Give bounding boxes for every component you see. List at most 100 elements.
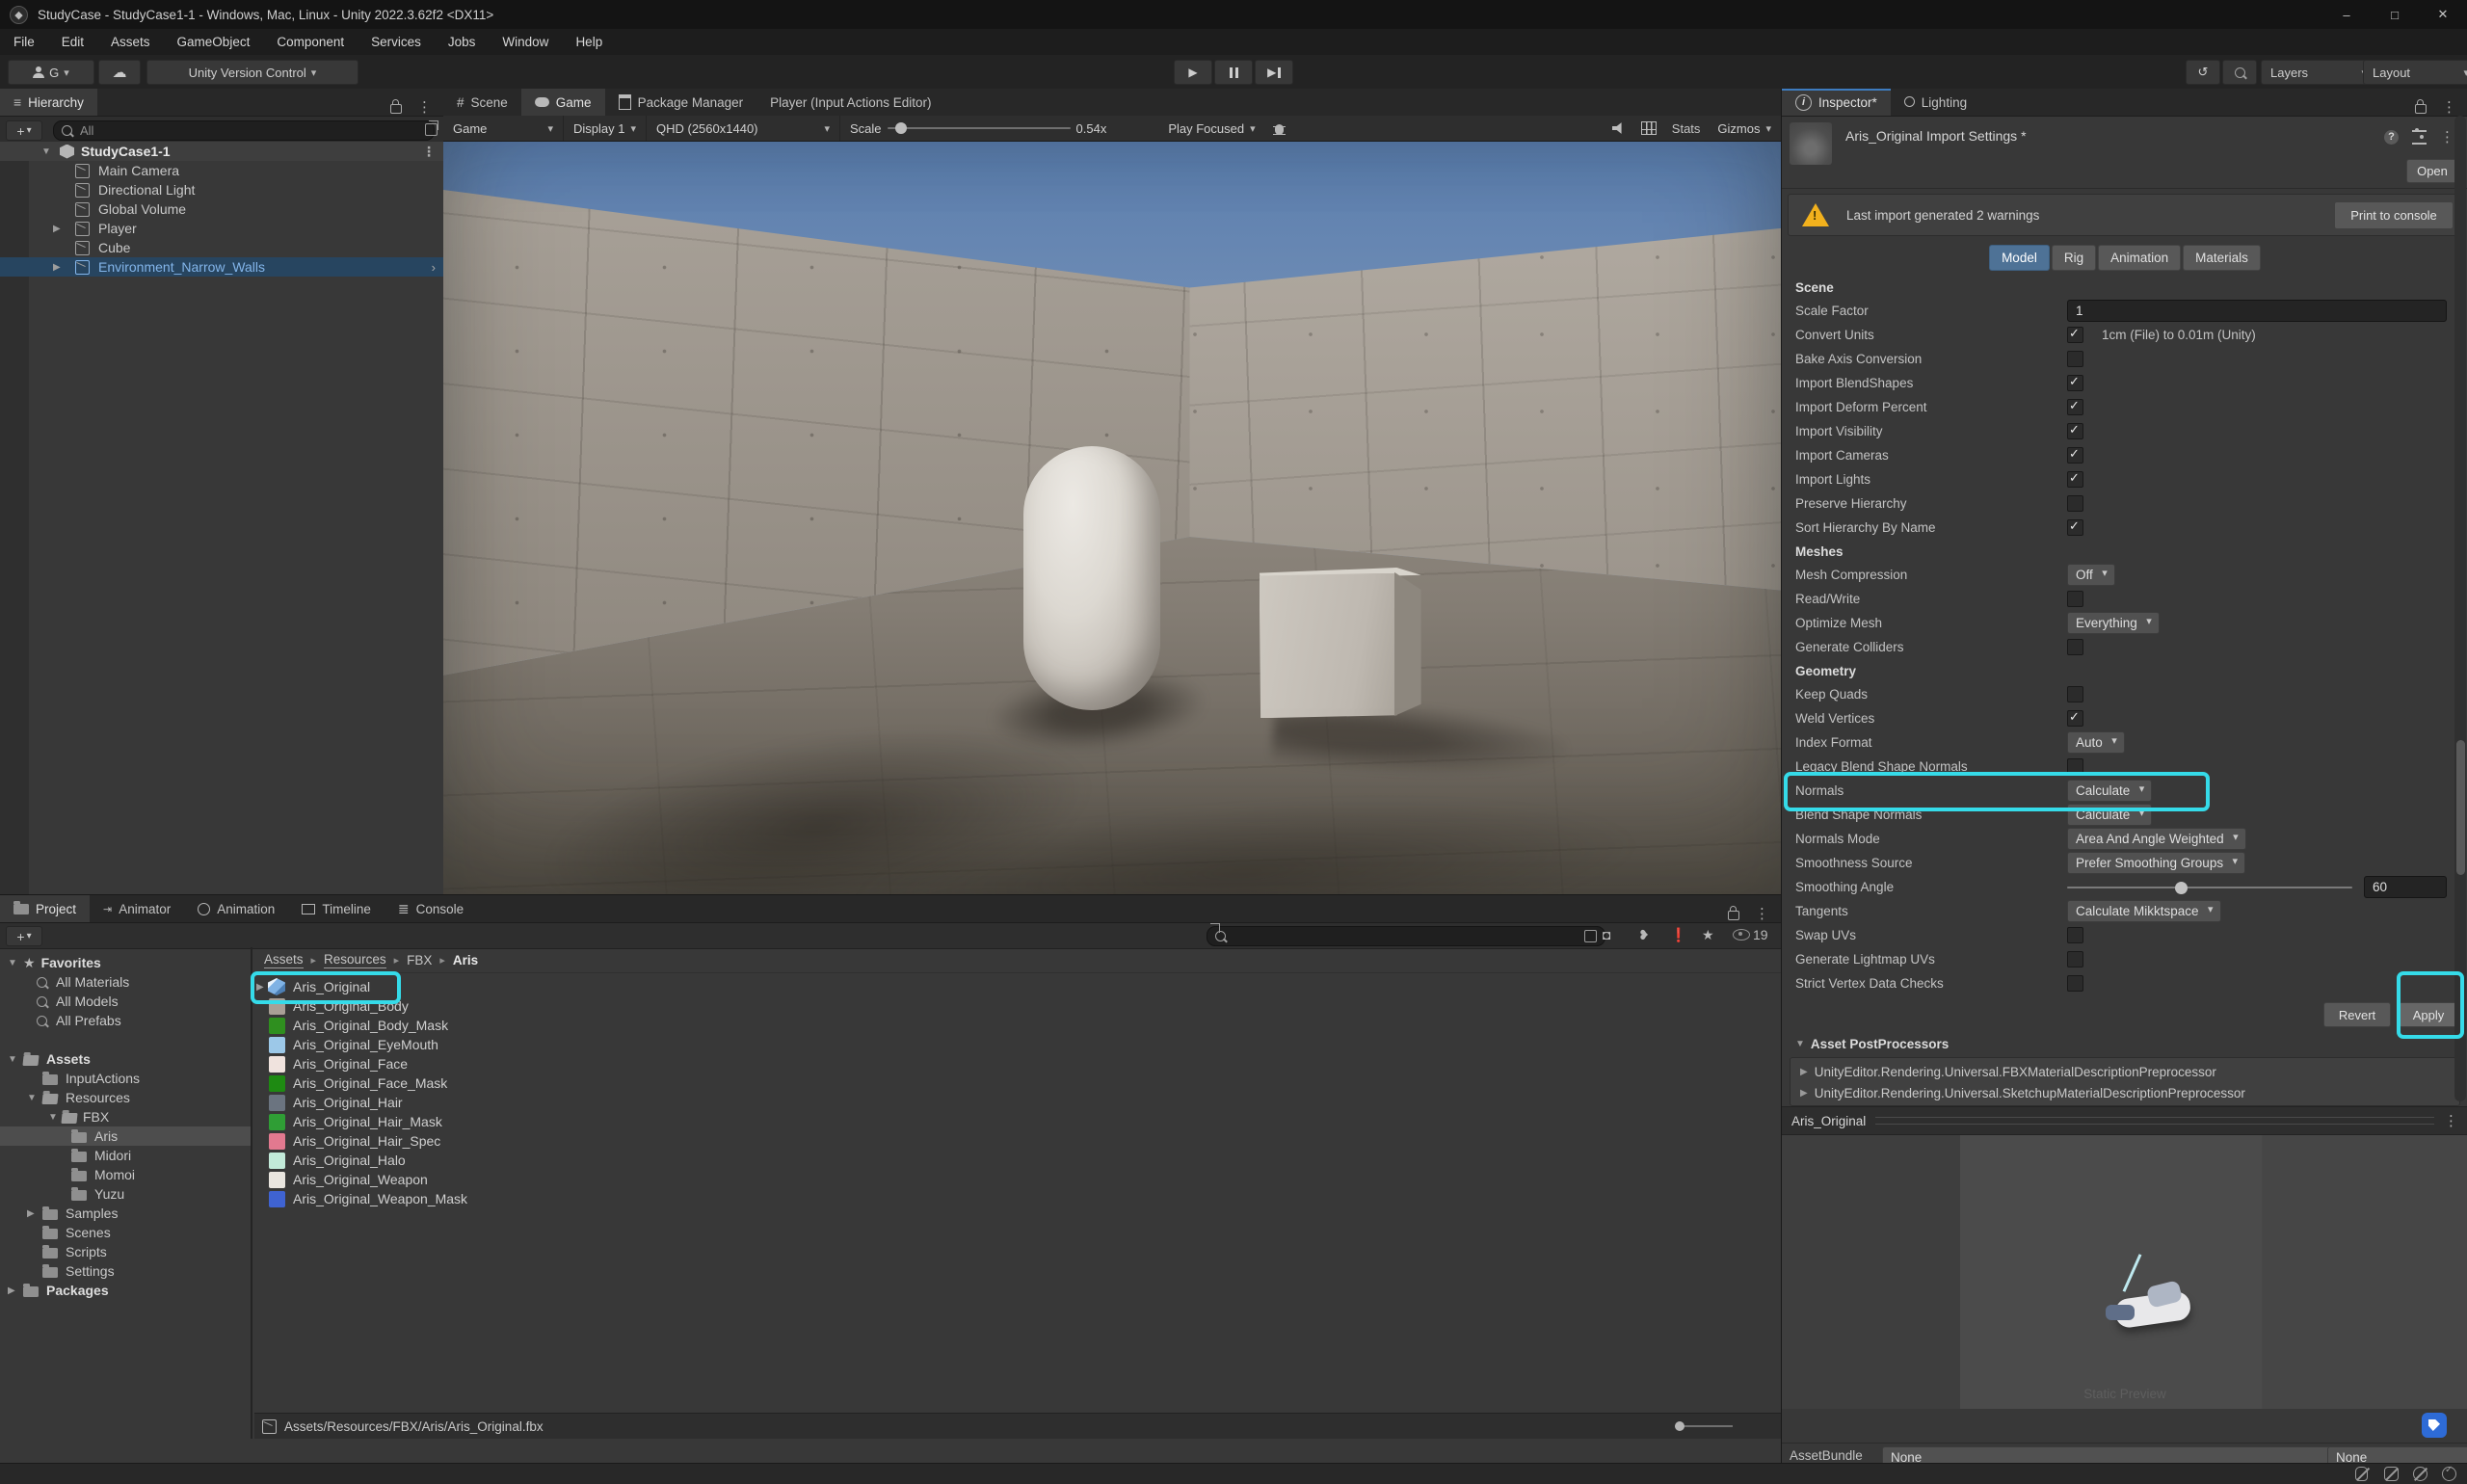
resolution-dropdown[interactable]: QHD (2560x1440) xyxy=(647,116,840,141)
checkbox[interactable] xyxy=(2067,686,2083,702)
account-dropdown[interactable]: G xyxy=(8,60,94,85)
checkbox[interactable] xyxy=(2067,758,2083,775)
tree-assets[interactable]: ▼ Assets xyxy=(0,1049,251,1069)
frame-debugger-bug-icon[interactable] xyxy=(1265,116,1293,141)
maximize-button[interactable]: □ xyxy=(2371,0,2419,29)
asset-file[interactable]: Aris_Original_Weapon xyxy=(254,1170,1781,1189)
menu-edit[interactable]: Edit xyxy=(48,29,97,55)
lock-icon[interactable] xyxy=(2415,104,2427,114)
asset-file[interactable]: Aris_Original_EyeMouth xyxy=(254,1035,1781,1054)
model-preview-pane[interactable]: Static Preview xyxy=(1782,1135,2467,1409)
asset-file[interactable]: Aris_Original_Hair_Mask xyxy=(254,1112,1781,1131)
optimize-mesh-dropdown[interactable]: Everything xyxy=(2067,612,2160,634)
expand-arrow-icon[interactable]: ▶ xyxy=(53,224,61,234)
tree-fbx[interactable]: ▼ FBX xyxy=(0,1107,251,1126)
tree-favorites[interactable]: ▼ ★ Favorites xyxy=(0,953,251,972)
checkbox[interactable] xyxy=(2067,519,2083,536)
checkbox[interactable] xyxy=(2067,710,2083,727)
checkbox[interactable] xyxy=(2067,423,2083,439)
checkbox[interactable] xyxy=(2067,975,2083,992)
tree-all-prefabs[interactable]: All Prefabs xyxy=(0,1011,251,1030)
thumbnail-size-slider[interactable] xyxy=(1675,1425,1733,1427)
hierarchy-item[interactable]: ▶ Player xyxy=(0,219,443,238)
kebab-menu-icon[interactable]: ⋮ xyxy=(2442,98,2456,116)
slider-knob[interactable] xyxy=(1675,1421,1684,1431)
tab-project[interactable]: Project xyxy=(0,895,90,922)
undo-history-button[interactable]: ↺ xyxy=(2186,60,2220,85)
collapse-arrow-icon[interactable]: ▼ xyxy=(41,146,51,157)
menu-window[interactable]: Window xyxy=(489,29,562,55)
mesh-compression-dropdown[interactable]: Off xyxy=(2067,564,2115,586)
print-to-console-button[interactable]: Print to console xyxy=(2334,201,2454,229)
hierarchy-item[interactable]: Global Volume xyxy=(0,199,443,219)
debugger-disabled-icon[interactable] xyxy=(2355,1467,2371,1482)
checkbox[interactable] xyxy=(2067,327,2083,343)
menu-gameobject[interactable]: GameObject xyxy=(164,29,264,55)
normals-dropdown[interactable]: Calculate xyxy=(2067,780,2152,802)
tree-midori[interactable]: Midori xyxy=(0,1146,251,1165)
tab-scene[interactable]: # Scene xyxy=(443,89,521,116)
prefab-open-chevron-icon[interactable]: › xyxy=(432,260,436,275)
open-button[interactable]: Open xyxy=(2406,159,2458,183)
lock-icon[interactable] xyxy=(390,104,402,114)
tab-timeline[interactable]: Timeline xyxy=(288,895,385,922)
asset-file[interactable]: Aris_Original_Face xyxy=(254,1054,1781,1073)
version-control-dropdown[interactable]: Unity Version Control xyxy=(146,60,358,85)
hierarchy-search-input[interactable] xyxy=(78,122,426,139)
scale-slider[interactable] xyxy=(888,127,1071,129)
tab-model[interactable]: Model xyxy=(1989,245,2050,271)
drag-handle[interactable] xyxy=(1875,1117,2434,1125)
tree-yuzu[interactable]: Yuzu xyxy=(0,1184,251,1204)
asset-postprocessors-header[interactable]: ▼ Asset PostProcessors xyxy=(1782,1032,2467,1055)
asset-file[interactable]: Aris_Original_Hair xyxy=(254,1093,1781,1112)
kebab-menu-icon[interactable]: ⋮ xyxy=(1755,905,1769,922)
display-dropdown[interactable]: Display 1 xyxy=(564,116,647,141)
revert-button[interactable]: Revert xyxy=(2323,1002,2391,1027)
breadcrumb-fbx[interactable]: FBX xyxy=(407,953,432,967)
tree-scenes[interactable]: Scenes xyxy=(0,1223,251,1242)
lock-icon[interactable] xyxy=(1728,911,1739,920)
tree-packages[interactable]: ▶ Packages xyxy=(0,1281,251,1300)
asset-file-model[interactable]: ▶ Aris_Original xyxy=(254,977,1781,996)
smoothness-source-dropdown[interactable]: Prefer Smoothing Groups xyxy=(2067,852,2245,874)
search-by-type-icon[interactable]: ◘ xyxy=(1603,927,1610,942)
search-everything-button[interactable] xyxy=(2222,60,2257,85)
tab-player-input-actions[interactable]: Player (Input Actions Editor) xyxy=(756,89,944,116)
scale-factor-field[interactable]: 1 xyxy=(2067,300,2447,322)
hierarchy-item[interactable]: Directional Light xyxy=(0,180,443,199)
project-search-input[interactable] xyxy=(1232,928,1578,944)
hierarchy-item[interactable]: Cube xyxy=(0,238,443,257)
menu-services[interactable]: Services xyxy=(358,29,435,55)
tree-samples[interactable]: ▶ Samples xyxy=(0,1204,251,1223)
project-search-field[interactable] xyxy=(1207,926,1605,946)
checkbox[interactable] xyxy=(2067,495,2083,512)
pause-button[interactable] xyxy=(1214,60,1253,85)
asset-file[interactable]: Aris_Original_Body xyxy=(254,996,1781,1016)
collapse-arrow-icon[interactable]: ▼ xyxy=(8,1054,17,1065)
hierarchy-tab[interactable]: ≡ Hierarchy xyxy=(0,89,97,116)
layout-dropdown[interactable]: Layout xyxy=(2363,60,2467,85)
hidden-packages-icon[interactable]: ❗ xyxy=(1670,927,1686,943)
hidden-count[interactable]: 19 xyxy=(1733,927,1768,942)
tab-console[interactable]: ≣ Console xyxy=(385,895,477,922)
slider-knob[interactable] xyxy=(2175,882,2188,894)
collapse-arrow-icon[interactable]: ▼ xyxy=(27,1093,37,1103)
smoothing-angle-value[interactable]: 60 xyxy=(2364,876,2447,898)
expand-arrow-icon[interactable]: ▶ xyxy=(8,1285,15,1296)
expand-arrow-icon[interactable]: ▶ xyxy=(27,1208,35,1219)
collapse-arrow-icon[interactable]: ▼ xyxy=(48,1112,58,1123)
smoothing-angle-slider[interactable] xyxy=(2067,887,2352,888)
inspector-scrollbar[interactable] xyxy=(2454,116,2466,1101)
hierarchy-item[interactable]: Main Camera xyxy=(0,161,443,180)
checkbox[interactable] xyxy=(2067,591,2083,607)
tree-aris[interactable]: Aris xyxy=(0,1126,251,1146)
collapse-arrow-icon[interactable]: ▼ xyxy=(8,958,17,968)
step-button[interactable]: ▶ xyxy=(1255,60,1293,85)
kebab-menu-icon[interactable]: ⋮ xyxy=(417,98,432,116)
display-target-dropdown[interactable]: Game xyxy=(443,116,564,141)
menu-file[interactable]: File xyxy=(0,29,48,55)
breadcrumb-aris[interactable]: Aris xyxy=(453,953,478,967)
index-format-dropdown[interactable]: Auto xyxy=(2067,731,2125,754)
tree-resources[interactable]: ▼ Resources xyxy=(0,1088,251,1107)
kebab-menu-icon[interactable]: ⋮ xyxy=(2444,1112,2458,1129)
